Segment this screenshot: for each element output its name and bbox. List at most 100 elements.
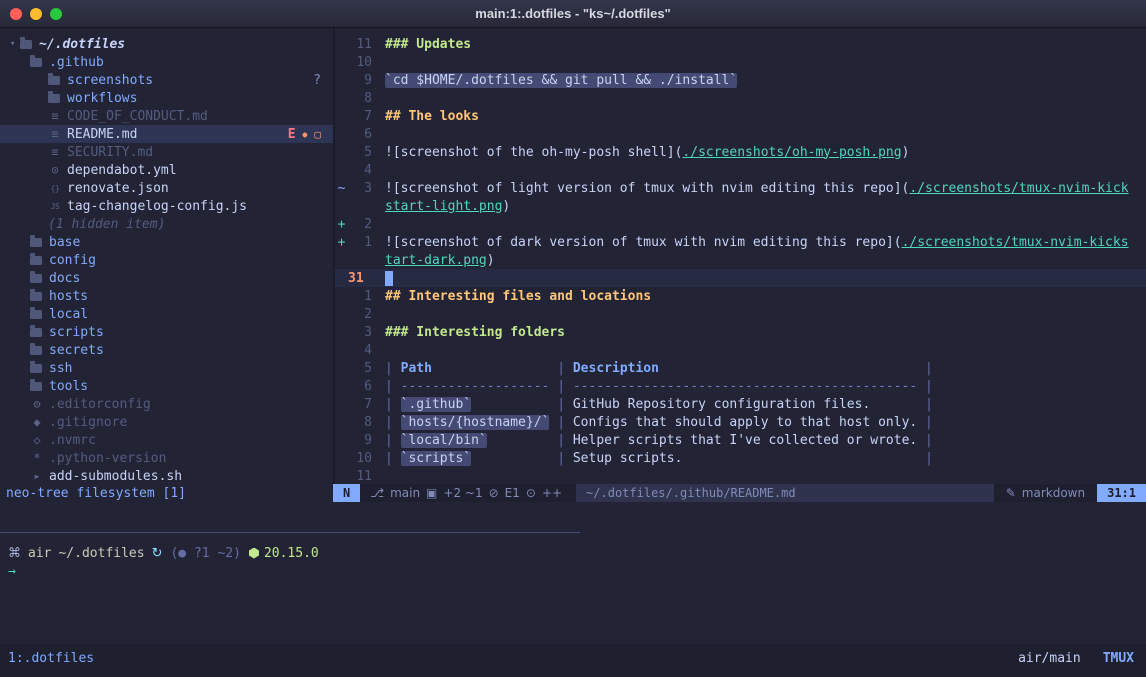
tree-item-base[interactable]: base [0, 233, 333, 251]
editor-line[interactable]: 10 [335, 53, 1146, 71]
editor-line[interactable]: 1## Interesting files and locations [335, 287, 1146, 305]
editor-line[interactable]: ~3![screenshot of light version of tmux … [335, 179, 1146, 197]
git-sign-added: + [335, 235, 348, 250]
line-number: 9 [348, 73, 372, 88]
tree-item-code-of-conduct[interactable]: ≡ CODE_OF_CONDUCT.md [0, 107, 333, 125]
tree-item-add-submodules[interactable]: ▸add-submodules.sh [0, 467, 333, 484]
node-hexagon-icon [249, 548, 259, 559]
line-number: 8 [348, 415, 372, 430]
zoom-button[interactable] [50, 8, 62, 20]
tree-item-hosts[interactable]: hosts [0, 287, 333, 305]
filetype-section: ✎markdown [994, 484, 1097, 502]
nvim-pane: ▾~/.dotfiles .github screenshots? workfl… [0, 28, 1146, 502]
markdown-icon: ≡ [48, 145, 62, 159]
md-link: ./screenshots/tmux-nvim-kicks [902, 235, 1129, 250]
git-untracked-badge: ? [313, 73, 321, 88]
md-link: start-light.png [385, 199, 502, 214]
line-number: 3 [348, 325, 372, 340]
editor-line[interactable]: 9`cd $HOME/.dotfiles && git pull && ./in… [335, 71, 1146, 89]
editor-line[interactable]: 8 [335, 89, 1146, 107]
tree-item-gitignore[interactable]: ◆.gitignore [0, 413, 333, 431]
tmux-window-name[interactable]: 1:.dotfiles [8, 651, 94, 666]
statusline: N ⎇main▣+2 ~1⊘E1⊙++ ~/.dotfiles/.github/… [333, 484, 1146, 502]
tree-item-label: secrets [49, 343, 104, 358]
tree-item-github[interactable]: .github [0, 53, 333, 71]
line-number: 4 [348, 343, 372, 358]
close-button[interactable] [10, 8, 22, 20]
cursor-position: 31:1 [1097, 484, 1146, 502]
tree-item-tools[interactable]: tools [0, 377, 333, 395]
tree-item-readme[interactable]: ≡README.mdE●▢ [0, 125, 333, 143]
tree-item-label: tag-changelog-config.js [67, 199, 247, 214]
tree-item-python-version[interactable]: *.python-version [0, 449, 333, 467]
editor-line[interactable]: 9| `local/bin` | Helper scripts that I'v… [335, 431, 1146, 449]
tree-item-hidden-count[interactable]: (1 hidden item) [0, 215, 333, 233]
tree-item-nvmrc[interactable]: ◇.nvmrc [0, 431, 333, 449]
tree-item-label: workflows [67, 91, 137, 106]
editor-line[interactable]: 6| ------------------- | ---------------… [335, 377, 1146, 395]
tree-item-editorconfig[interactable]: ⚙.editorconfig [0, 395, 333, 413]
editor-pane[interactable]: 11### Updates 10 9`cd $HOME/.dotfiles &&… [333, 28, 1146, 484]
editor-line[interactable]: 7## The looks [335, 107, 1146, 125]
tree-item-workflows[interactable]: workflows [0, 89, 333, 107]
tmux-session-name: air/main [1018, 651, 1081, 666]
editor-line[interactable]: 4 [335, 161, 1146, 179]
editor-line[interactable]: +2 [335, 215, 1146, 233]
editor-line[interactable]: 5![screenshot of the oh-my-posh shell](.… [335, 143, 1146, 161]
python-icon: * [30, 451, 44, 465]
line-number: 10 [348, 55, 372, 70]
shell-input-line[interactable]: → [8, 562, 1146, 580]
editor-line-wrap[interactable]: tart-dark.png) [335, 251, 1146, 269]
tree-item-ssh[interactable]: ssh [0, 359, 333, 377]
editor-line[interactable]: 5| Path | Description | [335, 359, 1146, 377]
md-table-pipe: | [659, 361, 933, 376]
md-text: ) [502, 199, 510, 214]
shell-pane[interactable]: ⌘air~/.dotfiles↻(● ?1 ~2)20.15.0 → [0, 533, 1146, 580]
editor-line[interactable]: 6 [335, 125, 1146, 143]
markdown-icon: ≡ [48, 109, 62, 123]
md-table-pipe: | [385, 433, 401, 448]
minimize-button[interactable] [30, 8, 42, 20]
editor-line[interactable]: 2 [335, 305, 1146, 323]
tree-item-screenshots[interactable]: screenshots? [0, 71, 333, 89]
tree-item-label: ssh [49, 361, 72, 376]
tree-item-tag-changelog[interactable]: JStag-changelog-config.js [0, 197, 333, 215]
md-text: ![screenshot of dark version of tmux wit… [385, 235, 902, 250]
tree-item-docs[interactable]: docs [0, 269, 333, 287]
tree-item-secrets[interactable]: secrets [0, 341, 333, 359]
tree-item-label: SECURITY.md [67, 145, 153, 160]
line-number: 2 [348, 307, 372, 322]
tree-item-local[interactable]: local [0, 305, 333, 323]
md-inline-code: `scripts` [401, 451, 471, 466]
md-table-pipe: | [917, 433, 933, 448]
tree-item-label: CODE_OF_CONDUCT.md [67, 109, 208, 124]
editor-line[interactable]: 8| `hosts/{hostname}/` | Configs that sh… [335, 413, 1146, 431]
tree-item-security[interactable]: ≡ SECURITY.md [0, 143, 333, 161]
tree-item-scripts[interactable]: scripts [0, 323, 333, 341]
md-table-header: Description [573, 361, 659, 376]
editor-line[interactable]: 10| `scripts` | Setup scripts. | [335, 449, 1146, 467]
editor-line[interactable]: 11 [335, 467, 1146, 484]
md-text: ![screenshot of the oh-my-posh shell]( [385, 145, 682, 160]
tree-item-config[interactable]: config [0, 251, 333, 269]
md-inline-code: `hosts/{hostname}/` [401, 415, 550, 430]
line-number: 8 [348, 91, 372, 106]
editor-line[interactable]: 7| `.github` | GitHub Repository configu… [335, 395, 1146, 413]
editor-line-wrap[interactable]: start-light.png) [335, 197, 1146, 215]
editor-cursor-line[interactable]: 31 [335, 269, 1146, 287]
folder-icon [30, 256, 42, 265]
folder-icon [48, 94, 60, 103]
markdown-file-icon: ✎ [1006, 486, 1016, 500]
line-number: 1 [348, 289, 372, 304]
git-branch-label: main [390, 486, 420, 500]
tree-item-renovate[interactable]: {}renovate.json [0, 179, 333, 197]
tree-item-dependabot[interactable]: ⊙dependabot.yml [0, 161, 333, 179]
editor-line[interactable]: 11### Updates [335, 35, 1146, 53]
apple-icon: ⌘ [8, 546, 21, 561]
editor-line[interactable]: +1![screenshot of dark version of tmux w… [335, 233, 1146, 251]
tree-item-label: docs [49, 271, 80, 286]
tree-item-root[interactable]: ▾~/.dotfiles [0, 35, 333, 53]
editor-line[interactable]: 4 [335, 341, 1146, 359]
line-number: 5 [348, 145, 372, 160]
editor-line[interactable]: 3### Interesting folders [335, 323, 1146, 341]
